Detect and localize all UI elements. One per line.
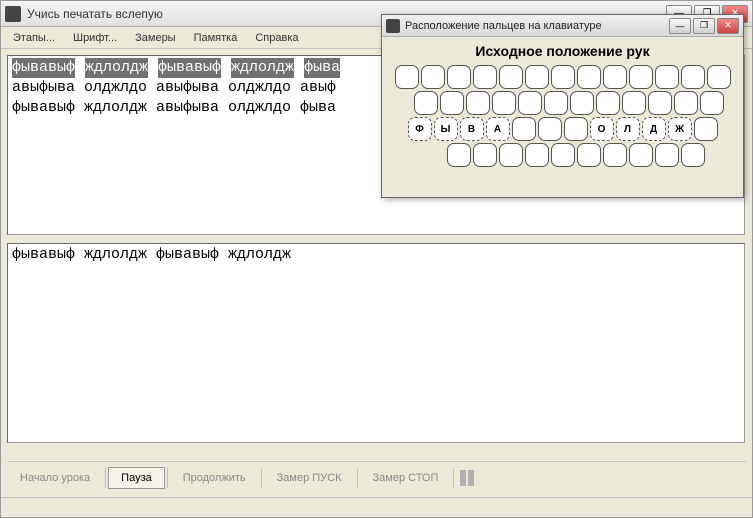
key-blank: [499, 65, 523, 89]
separator: [261, 468, 262, 488]
keyboard-row-1: [395, 65, 731, 89]
keyboard-title: Расположение пальцев на клавиатуре: [405, 20, 669, 32]
keyboard-rows: ФЫВА ОЛДЖ: [390, 65, 735, 167]
key-Ж: Ж: [668, 117, 692, 141]
key-blank: [655, 65, 679, 89]
key-blank: [466, 91, 490, 115]
key-О: О: [590, 117, 614, 141]
key-blank: [473, 143, 497, 167]
key-blank: [648, 91, 672, 115]
key-blank: [622, 91, 646, 115]
pause-button[interactable]: Пауза: [108, 467, 165, 489]
key-blank: [414, 91, 438, 115]
key-blank: [525, 65, 549, 89]
kb-close-button[interactable]: ✕: [717, 18, 739, 34]
kb-maximize-button[interactable]: ❐: [693, 18, 715, 34]
key-blank: [440, 91, 464, 115]
exercise-word: ждлолдж: [85, 58, 148, 78]
key-blank: [694, 117, 718, 141]
separator: [105, 468, 106, 488]
key-blank: [629, 143, 653, 167]
key-blank: [629, 65, 653, 89]
key-blank: [577, 143, 601, 167]
key-blank: [525, 143, 549, 167]
menu-stages[interactable]: Этапы...: [5, 30, 63, 46]
exercise-word: фыва: [304, 58, 340, 78]
key-blank: [395, 65, 419, 89]
menu-memo[interactable]: Памятка: [186, 30, 246, 46]
key-blank: [544, 91, 568, 115]
measure-start-button[interactable]: Замер ПУСК: [264, 467, 355, 489]
key-blank: [655, 143, 679, 167]
key-blank: [551, 65, 575, 89]
key-blank: [447, 143, 471, 167]
key-blank: [700, 91, 724, 115]
typed-text: фывавыф ждлолдж фывавыф ждлолдж: [12, 246, 291, 263]
kb-minimize-button[interactable]: —: [669, 18, 691, 34]
resume-button[interactable]: Продолжить: [170, 467, 259, 489]
key-blank: [492, 91, 516, 115]
key-blank: [681, 143, 705, 167]
key-В: В: [460, 117, 484, 141]
start-lesson-button[interactable]: Начало урока: [7, 467, 103, 489]
key-blank: [421, 65, 445, 89]
menu-font[interactable]: Шрифт...: [65, 30, 125, 46]
separator: [453, 468, 454, 488]
keyboard-titlebar[interactable]: Расположение пальцев на клавиатуре — ❐ ✕: [382, 15, 743, 37]
key-blank: [603, 65, 627, 89]
measure-stop-button[interactable]: Замер СТОП: [360, 467, 452, 489]
keyboard-icon: [386, 19, 400, 33]
separator: [357, 468, 358, 488]
key-blank: [499, 143, 523, 167]
key-Л: Л: [616, 117, 640, 141]
key-blank: [538, 117, 562, 141]
keyboard-heading: Исходное положение рук: [390, 43, 735, 59]
key-blank: [512, 117, 536, 141]
app-icon: [5, 6, 21, 22]
key-blank: [570, 91, 594, 115]
key-blank: [596, 91, 620, 115]
exercise-word: ждлолдж: [231, 58, 294, 78]
exercise-word: фывавыф: [158, 58, 221, 78]
keyboard-row-4: [447, 143, 705, 167]
key-blank: [681, 65, 705, 89]
key-Ы: Ы: [434, 117, 458, 141]
key-blank: [707, 65, 731, 89]
keyboard-row-3-home: ФЫВА ОЛДЖ: [408, 117, 718, 141]
separator: [167, 468, 168, 488]
keyboard-window[interactable]: Расположение пальцев на клавиатуре — ❐ ✕…: [381, 14, 744, 198]
key-blank: [551, 143, 575, 167]
statusbar: [1, 497, 752, 517]
menu-help[interactable]: Справка: [247, 30, 306, 46]
typing-input[interactable]: фывавыф ждлолдж фывавыф ждлолдж: [7, 243, 745, 443]
key-blank: [564, 117, 588, 141]
keyboard-window-controls: — ❐ ✕: [669, 18, 739, 34]
keyboard-body: Исходное положение рук ФЫВА ОЛДЖ: [382, 37, 743, 173]
key-blank: [603, 143, 627, 167]
key-Д: Д: [642, 117, 666, 141]
key-blank: [447, 65, 471, 89]
exercise-word: фывавыф: [12, 58, 75, 78]
progress-indicator: [460, 470, 474, 486]
key-blank: [674, 91, 698, 115]
key-А: А: [486, 117, 510, 141]
key-blank: [518, 91, 542, 115]
key-Ф: Ф: [408, 117, 432, 141]
bottom-toolbar: Начало урока Пауза Продолжить Замер ПУСК…: [7, 461, 746, 489]
key-blank: [473, 65, 497, 89]
keyboard-row-2: [414, 91, 724, 115]
key-blank: [577, 65, 601, 89]
menu-measures[interactable]: Замеры: [127, 30, 183, 46]
